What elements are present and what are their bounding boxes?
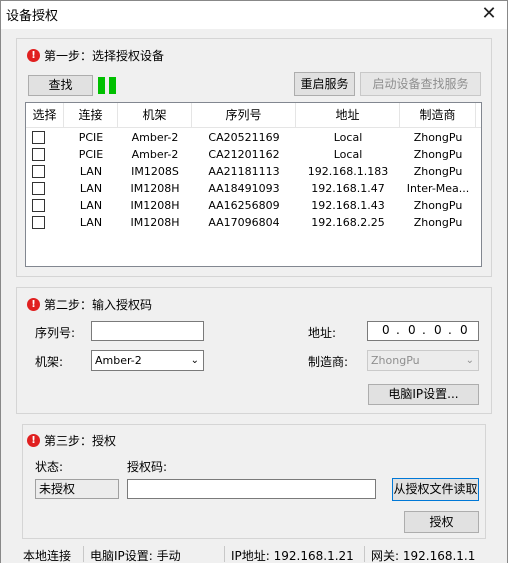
status-label: 状态: <box>35 460 64 474</box>
error-circle-icon: ! <box>27 434 40 447</box>
row-chassis: Amber-2 <box>131 148 179 161</box>
row-connection: LAN <box>79 182 103 195</box>
search-status-indicator <box>109 77 116 94</box>
row-address: Local <box>333 131 363 144</box>
ip-octet-3: 0 <box>434 323 442 337</box>
row-address: 192.168.1.43 <box>311 199 385 212</box>
row-address: 192.168.2.25 <box>311 216 385 229</box>
device-list[interactable]: 选择 连接 机架 序列号 地址 制造商 PCIE Amber-2 CA20521… <box>25 102 482 267</box>
row-checkbox[interactable] <box>32 148 45 161</box>
row-chassis: IM1208H <box>130 199 180 212</box>
status-separator <box>364 546 365 562</box>
step1-title: 第一步：选择授权设备 <box>44 49 165 63</box>
vendor-label: 制造商: <box>308 355 349 369</box>
row-address: Local <box>333 148 363 161</box>
ip-octet-2: 0 <box>408 323 416 337</box>
start-discovery-service-button[interactable]: 启动设备查找服务 <box>360 72 481 96</box>
device-list-header: 选择 连接 机架 序列号 地址 制造商 <box>26 103 481 128</box>
column-header-chassis[interactable]: 机架 <box>118 103 192 128</box>
row-address: 192.168.1.47 <box>311 182 385 195</box>
status-pc-ip-mode: 电脑IP设置: 手动 <box>90 549 181 563</box>
status-bar: 本地连接 电脑IP设置: 手动 IP地址: 192.168.1.21 网关: 1… <box>1 545 507 563</box>
error-circle-icon: ! <box>27 298 40 311</box>
ip-dot: . <box>396 323 400 337</box>
error-circle-icon: ! <box>27 49 40 62</box>
column-header-select[interactable]: 选择 <box>26 103 64 128</box>
row-connection: PCIE <box>78 131 104 144</box>
row-serial: AA16256809 <box>208 199 280 212</box>
row-connection: LAN <box>79 216 103 229</box>
chassis-select-value: Amber-2 <box>95 354 142 367</box>
serial-input[interactable] <box>91 321 204 341</box>
step3-title: 第三步：授权 <box>44 434 117 448</box>
device-authorization-window: 设备授权 ✕ ! 第一步：选择授权设备 查找 重启服务 启动设备查找服务 选择 … <box>0 0 508 563</box>
chevron-down-icon: ⌄ <box>190 355 199 366</box>
serial-label: 序列号: <box>35 326 76 340</box>
search-button[interactable]: 查找 <box>28 75 93 96</box>
status-value: 未授权 <box>35 479 119 499</box>
restart-service-button[interactable]: 重启服务 <box>294 72 355 96</box>
status-gateway: 网关: 192.168.1.1 <box>371 549 476 563</box>
table-row[interactable]: LAN IM1208H AA16256809 192.168.1.43 Zhon… <box>26 197 481 214</box>
status-connection: 本地连接 <box>23 549 72 563</box>
row-connection: LAN <box>79 165 103 178</box>
address-label: 地址: <box>308 326 337 340</box>
row-chassis: IM1208S <box>131 165 179 178</box>
vendor-select-value: ZhongPu <box>371 354 420 367</box>
row-checkbox[interactable] <box>32 182 45 195</box>
chassis-label: 机架: <box>35 355 64 369</box>
row-serial: CA21201162 <box>208 148 280 161</box>
ip-octet-1: 0 <box>382 323 390 337</box>
row-vendor: Inter-Mea... <box>406 182 470 195</box>
chevron-down-icon: ⌄ <box>465 355 474 366</box>
vendor-select[interactable]: ZhongPu ⌄ <box>367 350 479 371</box>
title-bar: 设备授权 ✕ <box>1 1 507 29</box>
status-ip-address: IP地址: 192.168.1.21 <box>231 549 354 563</box>
row-connection: LAN <box>79 199 103 212</box>
row-chassis: IM1208H <box>130 216 180 229</box>
column-header-vendor[interactable]: 制造商 <box>400 103 476 128</box>
table-row[interactable]: LAN IM1208H AA18491093 192.168.1.47 Inte… <box>26 180 481 197</box>
close-icon[interactable]: ✕ <box>477 3 501 25</box>
row-address: 192.168.1.183 <box>307 165 389 178</box>
auth-code-label: 授权码: <box>127 460 168 474</box>
status-separator <box>224 546 225 562</box>
ip-address-input[interactable]: 0 . 0 . 0 . 0 <box>367 321 479 341</box>
search-status-indicator <box>98 77 105 94</box>
row-serial: AA18491093 <box>208 182 280 195</box>
chassis-select[interactable]: Amber-2 ⌄ <box>91 350 204 371</box>
row-vendor: ZhongPu <box>413 148 463 161</box>
step2-title: 第二步：输入授权码 <box>44 298 153 312</box>
row-checkbox[interactable] <box>32 199 45 212</box>
read-from-file-button[interactable]: 从授权文件读取 <box>392 478 479 501</box>
table-row[interactable]: LAN IM1208S AA21181113 192.168.1.183 Zho… <box>26 163 481 180</box>
row-checkbox[interactable] <box>32 165 45 178</box>
ip-dot: . <box>448 323 452 337</box>
row-chassis: IM1208H <box>130 182 180 195</box>
authorize-button[interactable]: 授权 <box>404 511 479 533</box>
row-serial: CA20521169 <box>208 131 280 144</box>
column-header-connection[interactable]: 连接 <box>64 103 118 128</box>
ip-octet-4: 0 <box>460 323 468 337</box>
window-title: 设备授权 <box>6 9 59 24</box>
row-checkbox[interactable] <box>32 216 45 229</box>
ip-dot: . <box>422 323 426 337</box>
auth-code-input[interactable] <box>127 479 376 499</box>
pc-ip-settings-button[interactable]: 电脑IP设置... <box>368 384 479 405</box>
table-row[interactable]: PCIE Amber-2 CA20521169 Local ZhongPu <box>26 129 481 146</box>
row-vendor: ZhongPu <box>413 199 463 212</box>
row-vendor: ZhongPu <box>413 165 463 178</box>
row-serial: AA21181113 <box>208 165 280 178</box>
status-separator <box>83 546 84 562</box>
row-connection: PCIE <box>78 148 104 161</box>
table-row[interactable]: PCIE Amber-2 CA21201162 Local ZhongPu <box>26 146 481 163</box>
row-chassis: Amber-2 <box>131 131 179 144</box>
row-serial: AA17096804 <box>208 216 280 229</box>
row-vendor: ZhongPu <box>413 216 463 229</box>
table-row[interactable]: LAN IM1208H AA17096804 192.168.2.25 Zhon… <box>26 214 481 231</box>
row-checkbox[interactable] <box>32 131 45 144</box>
row-vendor: ZhongPu <box>413 131 463 144</box>
column-header-address[interactable]: 地址 <box>296 103 400 128</box>
column-header-serial[interactable]: 序列号 <box>192 103 296 128</box>
